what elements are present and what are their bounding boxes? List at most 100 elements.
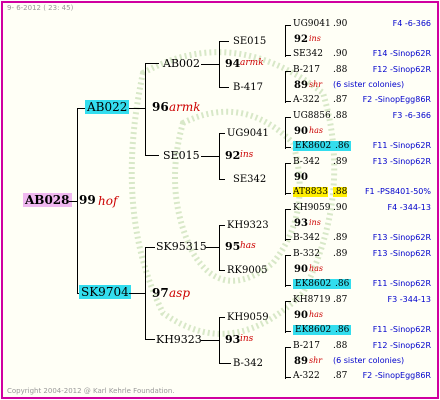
gen4-node[interactable]: A-322: [293, 95, 320, 105]
gen4-reference: F13 -Sinop62R: [372, 249, 431, 258]
gen2-node[interactable]: AB002: [163, 57, 200, 70]
root-node[interactable]: AB028: [23, 193, 72, 207]
gen4-reference: F2 -SinopEgg86R: [362, 371, 431, 380]
connector: [285, 101, 291, 102]
gen4-reference: F3 -344-13: [387, 295, 431, 304]
gen4-tag: shr: [309, 356, 323, 365]
gen1-tag: asp: [169, 286, 190, 300]
gen4-tag: shr: [309, 80, 323, 89]
connector: [285, 302, 286, 333]
gen4-node[interactable]: A-322: [293, 371, 320, 381]
gen4-tag: ins: [309, 34, 321, 43]
gen4-reference: F12 -Sinop62R: [372, 341, 431, 350]
connector: [285, 256, 286, 287]
gen3-number: 92: [225, 149, 241, 162]
gen4-node[interactable]: KH9059: [293, 203, 330, 213]
gen4-node[interactable]: B-332: [293, 249, 320, 259]
gen4-year: .88: [333, 187, 348, 197]
gen4-node[interactable]: B-217: [293, 65, 320, 75]
connector: [285, 193, 291, 194]
gen4-node[interactable]: UG9041: [293, 19, 331, 29]
connector: [145, 63, 159, 64]
gen4-reference: F2 -SinopEgg86R: [362, 95, 431, 104]
gen4-year: .90: [333, 203, 348, 213]
gen4-number: 93: [294, 218, 308, 229]
connector: [285, 285, 291, 286]
root-tag: hof: [98, 194, 118, 208]
connector: [145, 155, 159, 156]
gen3-tag: armk: [240, 58, 264, 68]
connector: [219, 363, 231, 364]
gen4-node[interactable]: KH8719: [293, 295, 330, 305]
pedigree-frame: 9- 6-2012 ( 23: 45) AB028 99 hof AB022 9…: [1, 1, 439, 399]
connector: [285, 26, 286, 57]
gen4-node[interactable]: B-342: [293, 233, 320, 243]
connector: [145, 63, 146, 155]
gen3-node[interactable]: UG9041: [227, 128, 269, 139]
connector: [285, 301, 291, 302]
connector: [285, 72, 286, 103]
gen2-node[interactable]: SK95315: [156, 240, 207, 253]
connector: [285, 331, 291, 332]
gen3-tag: has: [240, 241, 256, 251]
connector: [69, 201, 77, 202]
gen4-node[interactable]: EK8602: [293, 325, 334, 335]
gen4-node[interactable]: SE342: [293, 49, 323, 59]
gen4-tag: has: [309, 310, 324, 319]
connector: [219, 41, 220, 88]
connector: [285, 209, 291, 210]
gen4-year: .86: [333, 141, 352, 151]
connector: [285, 118, 286, 149]
gen2-node[interactable]: KH9323: [156, 333, 202, 346]
gen4-node[interactable]: EK8602: [293, 141, 334, 151]
gen1-number: 96: [152, 100, 169, 114]
gen4-node[interactable]: B-342: [293, 157, 320, 167]
gen3-node[interactable]: RK9005: [227, 265, 267, 276]
gen2-node[interactable]: SE015: [163, 149, 200, 162]
connector: [129, 293, 145, 294]
gen3-number: 95: [225, 240, 241, 253]
connector: [285, 210, 286, 241]
connector: [285, 163, 291, 164]
gen4-year: .86: [333, 279, 352, 289]
gen3-number: 93: [225, 333, 241, 346]
copyright: Copyright 2004-2012 @ Karl Kehrle Founda…: [7, 387, 175, 395]
gen4-node[interactable]: AT8833: [293, 187, 328, 197]
connector: [219, 317, 225, 318]
gen4-year: .88: [333, 111, 348, 121]
gen4-node[interactable]: EK8602: [293, 279, 334, 289]
connector: [285, 255, 291, 256]
connector: [285, 55, 291, 56]
gen3-node[interactable]: KH9059: [227, 312, 269, 323]
gen3-node[interactable]: KH9323: [227, 220, 269, 231]
connector: [206, 247, 219, 248]
connector: [201, 156, 219, 157]
connector: [219, 179, 225, 180]
connector: [77, 108, 78, 294]
connector: [219, 41, 229, 42]
gen4-year: .90: [333, 49, 348, 59]
gen3-node[interactable]: SE015: [233, 36, 266, 47]
gen3-tag: ins: [240, 150, 254, 160]
gen4-year: .86: [333, 325, 352, 335]
gen3-node[interactable]: SE342: [233, 174, 266, 185]
gen3-node[interactable]: B-417: [233, 82, 263, 93]
connector: [219, 225, 225, 226]
gen4-node[interactable]: B-217: [293, 341, 320, 351]
connector: [145, 247, 146, 339]
gen4-number: 89: [294, 80, 308, 91]
gen3-number: 94: [225, 57, 241, 70]
gen4-year: .87: [333, 95, 348, 105]
gen1-node-sire[interactable]: AB022: [85, 100, 130, 114]
gen4-year: .88: [333, 341, 348, 351]
gen4-node[interactable]: UG8856: [293, 111, 331, 121]
gen1-node-dam[interactable]: SK9704: [79, 285, 131, 299]
connector: [219, 87, 229, 88]
gen4-year: .87: [333, 295, 348, 305]
gen4-year: .89: [333, 233, 348, 243]
gen4-year: .89: [333, 249, 348, 259]
gen4-tag: has: [309, 126, 324, 135]
gen3-node[interactable]: B-342: [233, 358, 263, 369]
gen4-number: 90: [294, 310, 308, 321]
gen4-reference: F11 -Sinop62R: [372, 141, 431, 150]
